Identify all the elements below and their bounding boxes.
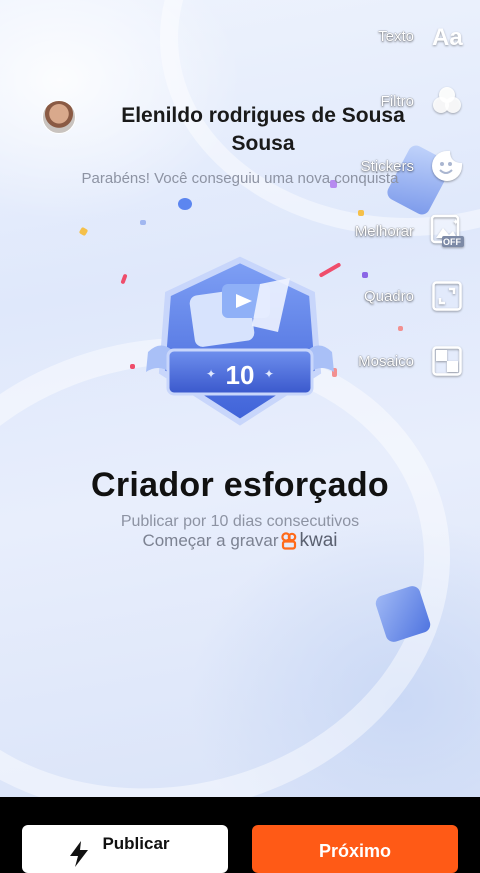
edit-option-enhance[interactable]: Melhorar ✦ OFF (355, 214, 464, 248)
edit-option-mosaic[interactable]: Mosaico (358, 344, 464, 378)
kwai-logo-icon (280, 532, 296, 550)
svg-text:Aa: Aa (432, 24, 463, 51)
start-recording-line: Começar a gravar kwai (0, 530, 480, 552)
confetti (178, 198, 192, 210)
edit-option-label: Stickers (360, 157, 414, 175)
edit-option-label: Filtro (380, 92, 414, 110)
edit-option-text[interactable]: Texto Aa (378, 19, 464, 53)
kwai-brand-text: kwai (299, 530, 338, 551)
svg-text:✦: ✦ (264, 367, 274, 381)
text-aa-icon: Aa (430, 19, 464, 53)
confetti (362, 272, 368, 278)
confetti (140, 220, 146, 225)
svg-text:✦: ✦ (206, 367, 216, 381)
publish-button-label: Publicar (102, 834, 170, 853)
video-preview: Elenildo rodrigues de Sousa Sousa Parabé… (0, 0, 480, 797)
edit-option-label: Mosaico (358, 352, 414, 370)
frame-expand-icon (430, 279, 464, 313)
edit-option-label: Melhorar (354, 222, 414, 240)
confetti (120, 273, 128, 285)
publish-button[interactable]: Publicar (22, 825, 228, 873)
achievement-description: Publicar por 10 dias consecutivos (120, 513, 360, 530)
enhance-off-icon: ✦ OFF (430, 214, 464, 248)
next-button[interactable]: Próximo (252, 825, 458, 873)
mosaic-grid-icon (430, 344, 464, 378)
bottom-action-bar: Publicar Próximo (0, 797, 480, 873)
kwai-logo: kwai (280, 530, 338, 552)
confetti (398, 326, 403, 331)
confetti (78, 226, 89, 237)
edit-option-frame[interactable]: Quadro (364, 279, 464, 313)
achievement-title: Criador esforçado (91, 466, 389, 504)
sticker-smile-icon (430, 149, 464, 183)
start-recording-text: Começar a gravar (142, 531, 279, 550)
svg-text:OFF: OFF (443, 237, 461, 247)
achievement-badge-icon: ✦ ✦ 10 (146, 256, 334, 426)
filter-circles-icon (430, 84, 464, 118)
confetti (130, 364, 135, 369)
edit-option-stickers[interactable]: Stickers (361, 149, 464, 183)
avatar (42, 100, 76, 134)
edit-option-label: Quadro (363, 287, 414, 305)
next-button-label: Próximo (318, 841, 392, 861)
svg-text:✦: ✦ (452, 218, 460, 228)
badge-number: 10 (226, 360, 255, 390)
edit-option-label: Texto (378, 27, 414, 45)
edit-option-filter[interactable]: Filtro (381, 84, 464, 118)
lightning-icon (70, 841, 88, 867)
